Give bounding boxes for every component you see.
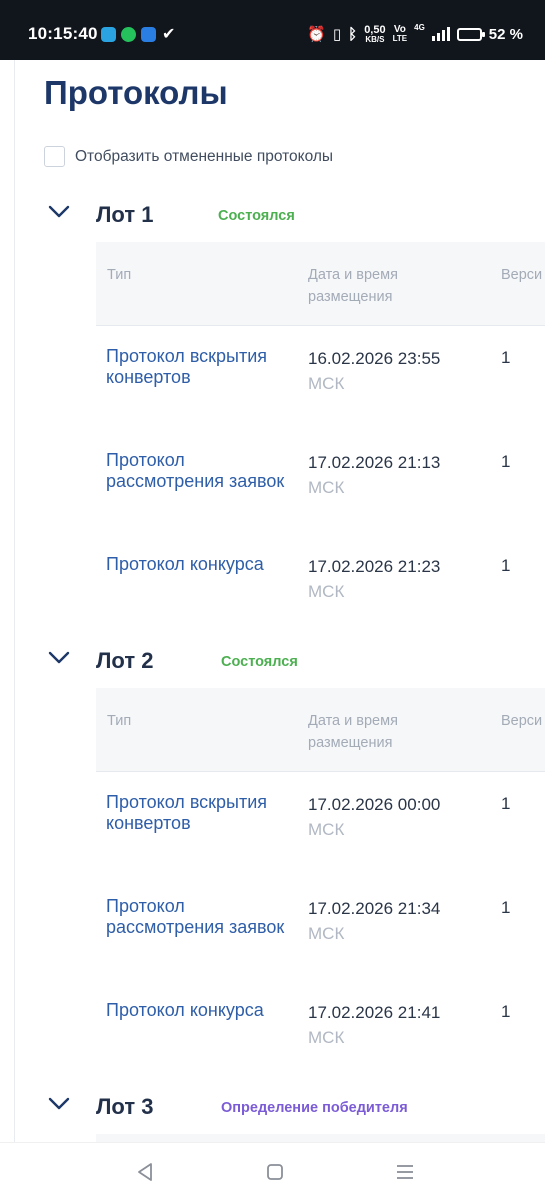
- volte-indicator: Vo LTE: [393, 25, 408, 43]
- lot-header: Лот 3 Определение победителя: [0, 1094, 545, 1124]
- version-number: 1: [501, 1002, 511, 1021]
- lot-title: Лот 2: [96, 648, 154, 673]
- network-type: 4G: [414, 23, 425, 32]
- table-row: Протокол рассмотрения заявок 17.02.2026 …: [96, 430, 545, 534]
- status-indicators: ⏰ ▯ ᛒ 0,50 KB/S Vo LTE 4G 52 %: [307, 24, 523, 44]
- chevron-down-icon[interactable]: [48, 1097, 70, 1111]
- timezone-label: МСК: [308, 924, 345, 943]
- battery-percent: 52 %: [488, 25, 523, 43]
- show-cancelled-toggle[interactable]: Отобразить отмененные протоколы: [44, 146, 333, 167]
- show-cancelled-checkbox[interactable]: [44, 146, 65, 167]
- version-number: 1: [501, 556, 511, 575]
- lot-status-badge: Состоялся: [218, 208, 295, 224]
- published-date: 17.02.2026 21:23: [308, 557, 441, 576]
- column-header-version: Верси: [501, 267, 543, 283]
- version-number: 1: [501, 348, 511, 367]
- table-row: Протокол вскрытия конвертов 17.02.2026 0…: [96, 772, 545, 876]
- published-date: 17.02.2026 00:00: [308, 795, 441, 814]
- timezone-label: МСК: [308, 582, 345, 601]
- timezone-label: МСК: [308, 1028, 345, 1047]
- chevron-down-icon[interactable]: [48, 205, 70, 219]
- published-date: 17.02.2026 21:13: [308, 453, 441, 472]
- recents-menu-icon[interactable]: [391, 1159, 419, 1185]
- version-number: 1: [501, 898, 511, 917]
- protocol-link[interactable]: Протокол конкурса: [106, 554, 286, 575]
- protocol-link[interactable]: Протокол рассмотрения заявок: [106, 896, 286, 938]
- protocol-link[interactable]: Протокол рассмотрения заявок: [106, 450, 286, 492]
- lot-status-badge: Состоялся: [221, 654, 298, 670]
- column-header-type: Тип: [107, 713, 132, 729]
- table-row: Протокол конкурса 17.02.2026 21:23 МСК 1: [96, 534, 545, 638]
- show-cancelled-label: Отобразить отмененные протоколы: [75, 147, 334, 165]
- column-header-version: Верси: [501, 713, 543, 729]
- timezone-label: МСК: [308, 374, 345, 393]
- system-nav-bar: [0, 1142, 545, 1200]
- status-time: 10:15:40: [28, 24, 98, 43]
- table-row: Протокол конкурса 17.02.2026 21:41 МСК 1: [96, 980, 545, 1084]
- table-header: Тип Дата и время размещения Верси: [96, 242, 545, 326]
- column-header-date: Дата и время размещения: [308, 713, 398, 751]
- back-icon[interactable]: [131, 1159, 159, 1185]
- column-header-date: Дата и время размещения: [308, 267, 398, 305]
- page-title: Протоколы: [44, 74, 228, 111]
- column-header-type: Тип: [107, 267, 132, 283]
- alarm-icon: ⏰: [307, 26, 326, 43]
- lot-title: Лот 1: [96, 202, 154, 227]
- table-row: Протокол вскрытия конвертов 16.02.2026 2…: [96, 326, 545, 430]
- published-date: 17.02.2026 21:34: [308, 899, 441, 918]
- home-icon[interactable]: [261, 1159, 289, 1185]
- table-header: Тип Дата и время размещения Верси: [96, 688, 545, 772]
- vibrate-icon: ▯: [332, 26, 342, 43]
- protocol-link[interactable]: Протокол конкурса: [106, 1000, 286, 1021]
- checkmark-icon: ✔: [162, 26, 176, 43]
- vpn-key-icon: [141, 27, 156, 42]
- timezone-label: МСК: [308, 820, 345, 839]
- lot-title: Лот 3: [96, 1094, 154, 1119]
- version-number: 1: [501, 794, 511, 813]
- timezone-label: МСК: [308, 478, 345, 497]
- whatsapp-icon: [121, 27, 136, 42]
- lot-header: Лот 2 Состоялся: [0, 648, 545, 678]
- protocol-link[interactable]: Протокол вскрытия конвертов: [106, 792, 286, 834]
- published-date: 17.02.2026 21:41: [308, 1003, 441, 1022]
- table-row: Протокол рассмотрения заявок 17.02.2026 …: [96, 876, 545, 980]
- protocol-link[interactable]: Протокол вскрытия конвертов: [106, 346, 286, 388]
- lot-status-badge: Определение победителя: [221, 1100, 408, 1116]
- version-number: 1: [501, 452, 511, 471]
- status-bar: 10:15:40 ✔ ⏰ ▯ ᛒ 0,50 KB/S Vo LTE 4G 52 …: [0, 0, 545, 60]
- battery-icon: [456, 27, 485, 41]
- bluetooth-icon: ᛒ: [348, 25, 358, 43]
- chevron-down-icon[interactable]: [48, 651, 70, 665]
- net-speed: 0,50 KB/S: [364, 23, 386, 44]
- main-content: Протоколы Отобразить отмененные протокол…: [0, 60, 545, 1142]
- volte-bottom: LTE: [392, 34, 408, 43]
- net-speed-value: 0,50: [364, 23, 386, 36]
- published-date: 16.02.2026 23:55: [308, 349, 441, 368]
- signal-icon: [431, 27, 450, 41]
- telegram-icon: [101, 27, 116, 42]
- table-header: [96, 1134, 545, 1142]
- lot-header: Лот 1 Состоялся: [0, 202, 545, 232]
- net-speed-unit: KB/S: [365, 34, 385, 44]
